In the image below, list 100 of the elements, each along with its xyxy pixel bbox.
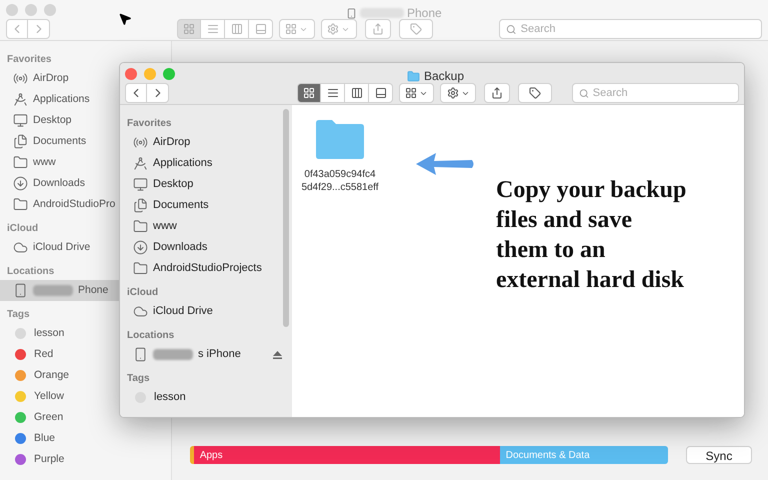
sidebar-item[interactable]: iCloud Drive (0, 237, 119, 258)
sidebar-item[interactable]: Downloads (0, 173, 119, 194)
sidebar-label: AndroidStudioPro (33, 196, 116, 212)
view-mode-button[interactable] (297, 83, 321, 103)
search-icon (578, 88, 589, 98)
sidebar-item[interactable]: www (0, 152, 119, 173)
phone-icon (346, 8, 357, 18)
sidebar-item[interactable]: Documents (0, 131, 119, 152)
list-icon (206, 23, 218, 35)
zoom-button[interactable] (44, 4, 56, 16)
folder-icon (13, 197, 28, 212)
close-button[interactable] (6, 4, 18, 16)
sidebar-label: Orange (34, 368, 70, 383)
close-button[interactable] (125, 68, 137, 80)
sidebar-item[interactable]: Desktop (120, 174, 292, 195)
sidebar-label: Phone (78, 282, 108, 298)
tag-button[interactable] (518, 83, 552, 103)
folder-icon (407, 70, 420, 82)
files-icon (13, 134, 28, 149)
download-icon (13, 176, 28, 191)
file-name: 0f43a059c94fc4 5d4f29...c5581eff (301, 168, 379, 194)
sidebar-label: Purple (34, 452, 64, 467)
folder-icon (315, 119, 365, 159)
sidebar-label: Downloads (153, 240, 208, 256)
storage-label: Documents & Data (506, 448, 590, 462)
sidebar-item[interactable]: AndroidStudioPro (0, 194, 119, 215)
action-button[interactable] (440, 83, 476, 103)
zoom-button[interactable] (163, 68, 175, 80)
sidebar-item[interactable]: AirDrop (120, 132, 292, 153)
sidebar-label: AirDrop (153, 135, 190, 150)
sidebar-item[interactable]: Yellow (0, 386, 119, 407)
window-title: Backup (424, 68, 464, 85)
sidebar-item[interactable]: Applications (0, 89, 119, 110)
search-icon (506, 24, 517, 34)
tag-icon (529, 87, 542, 99)
phone-icon (13, 283, 28, 298)
sidebar-item[interactable]: Phone (0, 280, 119, 301)
arrange-button[interactable] (399, 83, 434, 103)
sidebar-label: Downloads (33, 176, 85, 191)
sidebar-label: Green (34, 410, 64, 425)
minimize-button[interactable] (25, 4, 37, 16)
sidebar-item[interactable]: Red (0, 344, 119, 365)
share-icon (491, 87, 504, 99)
share-button[interactable] (484, 83, 510, 103)
search-input[interactable]: Search (592, 84, 732, 102)
sidebar-heading: Locations (127, 329, 174, 343)
sidebar-label: lesson (34, 326, 64, 341)
sidebar-item[interactable]: Documents (120, 195, 292, 216)
sidebar-item[interactable]: AndroidStudioProjects (120, 258, 292, 279)
blurred-name (360, 8, 404, 18)
cloud-icon (13, 240, 28, 255)
grid-icon (183, 23, 195, 35)
gear-icon (446, 87, 459, 99)
columns-icon (350, 87, 362, 99)
annotation-text: Copy your backup files and save them to an external hard disk (496, 176, 686, 295)
sidebar-item[interactable]: lesson (0, 323, 119, 344)
sidebar-item[interactable]: AirDrop (0, 68, 119, 89)
back-button[interactable] (125, 83, 147, 103)
radio-icon (13, 71, 28, 86)
sidebar-item[interactable]: Blue (0, 428, 119, 449)
view-mode-button[interactable] (345, 83, 369, 103)
sidebar-label: www (33, 154, 56, 170)
compass-icon (133, 156, 148, 171)
compass-icon (13, 92, 28, 107)
sidebar-item[interactable]: www (120, 216, 292, 237)
search-input[interactable]: Search (520, 20, 755, 38)
forward-button[interactable] (147, 83, 169, 103)
sidebar-item[interactable]: Downloads (120, 237, 292, 258)
gallery-icon (374, 87, 386, 99)
sidebar-label: Applications (153, 156, 212, 172)
minimize-button[interactable] (144, 68, 156, 80)
search-field[interactable]: Search (499, 19, 762, 39)
sidebar-item[interactable]: s iPhone (120, 344, 292, 365)
cloud-icon (133, 304, 148, 319)
eject-icon[interactable] (273, 350, 282, 358)
sidebar-item[interactable]: Applications (120, 153, 292, 174)
sidebar-item[interactable]: Green (0, 407, 119, 428)
sidebar-label: Documents (33, 134, 86, 149)
cursor-icon (118, 12, 132, 26)
sidebar-label: AirDrop (33, 70, 69, 86)
sidebar-label: s iPhone (198, 347, 241, 362)
back-button[interactable] (6, 19, 28, 39)
sidebar-item[interactable]: iCloud Drive (120, 301, 292, 322)
sidebar-label: iCloud Drive (153, 304, 213, 320)
sidebar-label: iCloud Drive (33, 240, 90, 255)
sidebar-label: Applications (33, 92, 90, 107)
sidebar-item[interactable]: Purple (0, 449, 119, 470)
search-field[interactable]: Search (572, 83, 739, 103)
gallery-icon (254, 23, 266, 35)
sidebar-heading: Tags (7, 308, 30, 322)
sidebar-item[interactable]: lesson (120, 387, 292, 408)
view-mode-button[interactable] (369, 83, 393, 103)
sidebar-item[interactable]: Orange (0, 365, 119, 386)
sidebar-item[interactable]: Desktop (0, 110, 119, 131)
view-mode-button[interactable] (321, 83, 345, 103)
file-item[interactable]: 0f43a059c94fc4 5d4f29...c5581eff (300, 119, 380, 417)
sync-button[interactable]: Sync (686, 446, 752, 464)
grid-icon (303, 87, 315, 99)
gear-icon (327, 23, 340, 35)
forward-button[interactable] (28, 19, 50, 39)
